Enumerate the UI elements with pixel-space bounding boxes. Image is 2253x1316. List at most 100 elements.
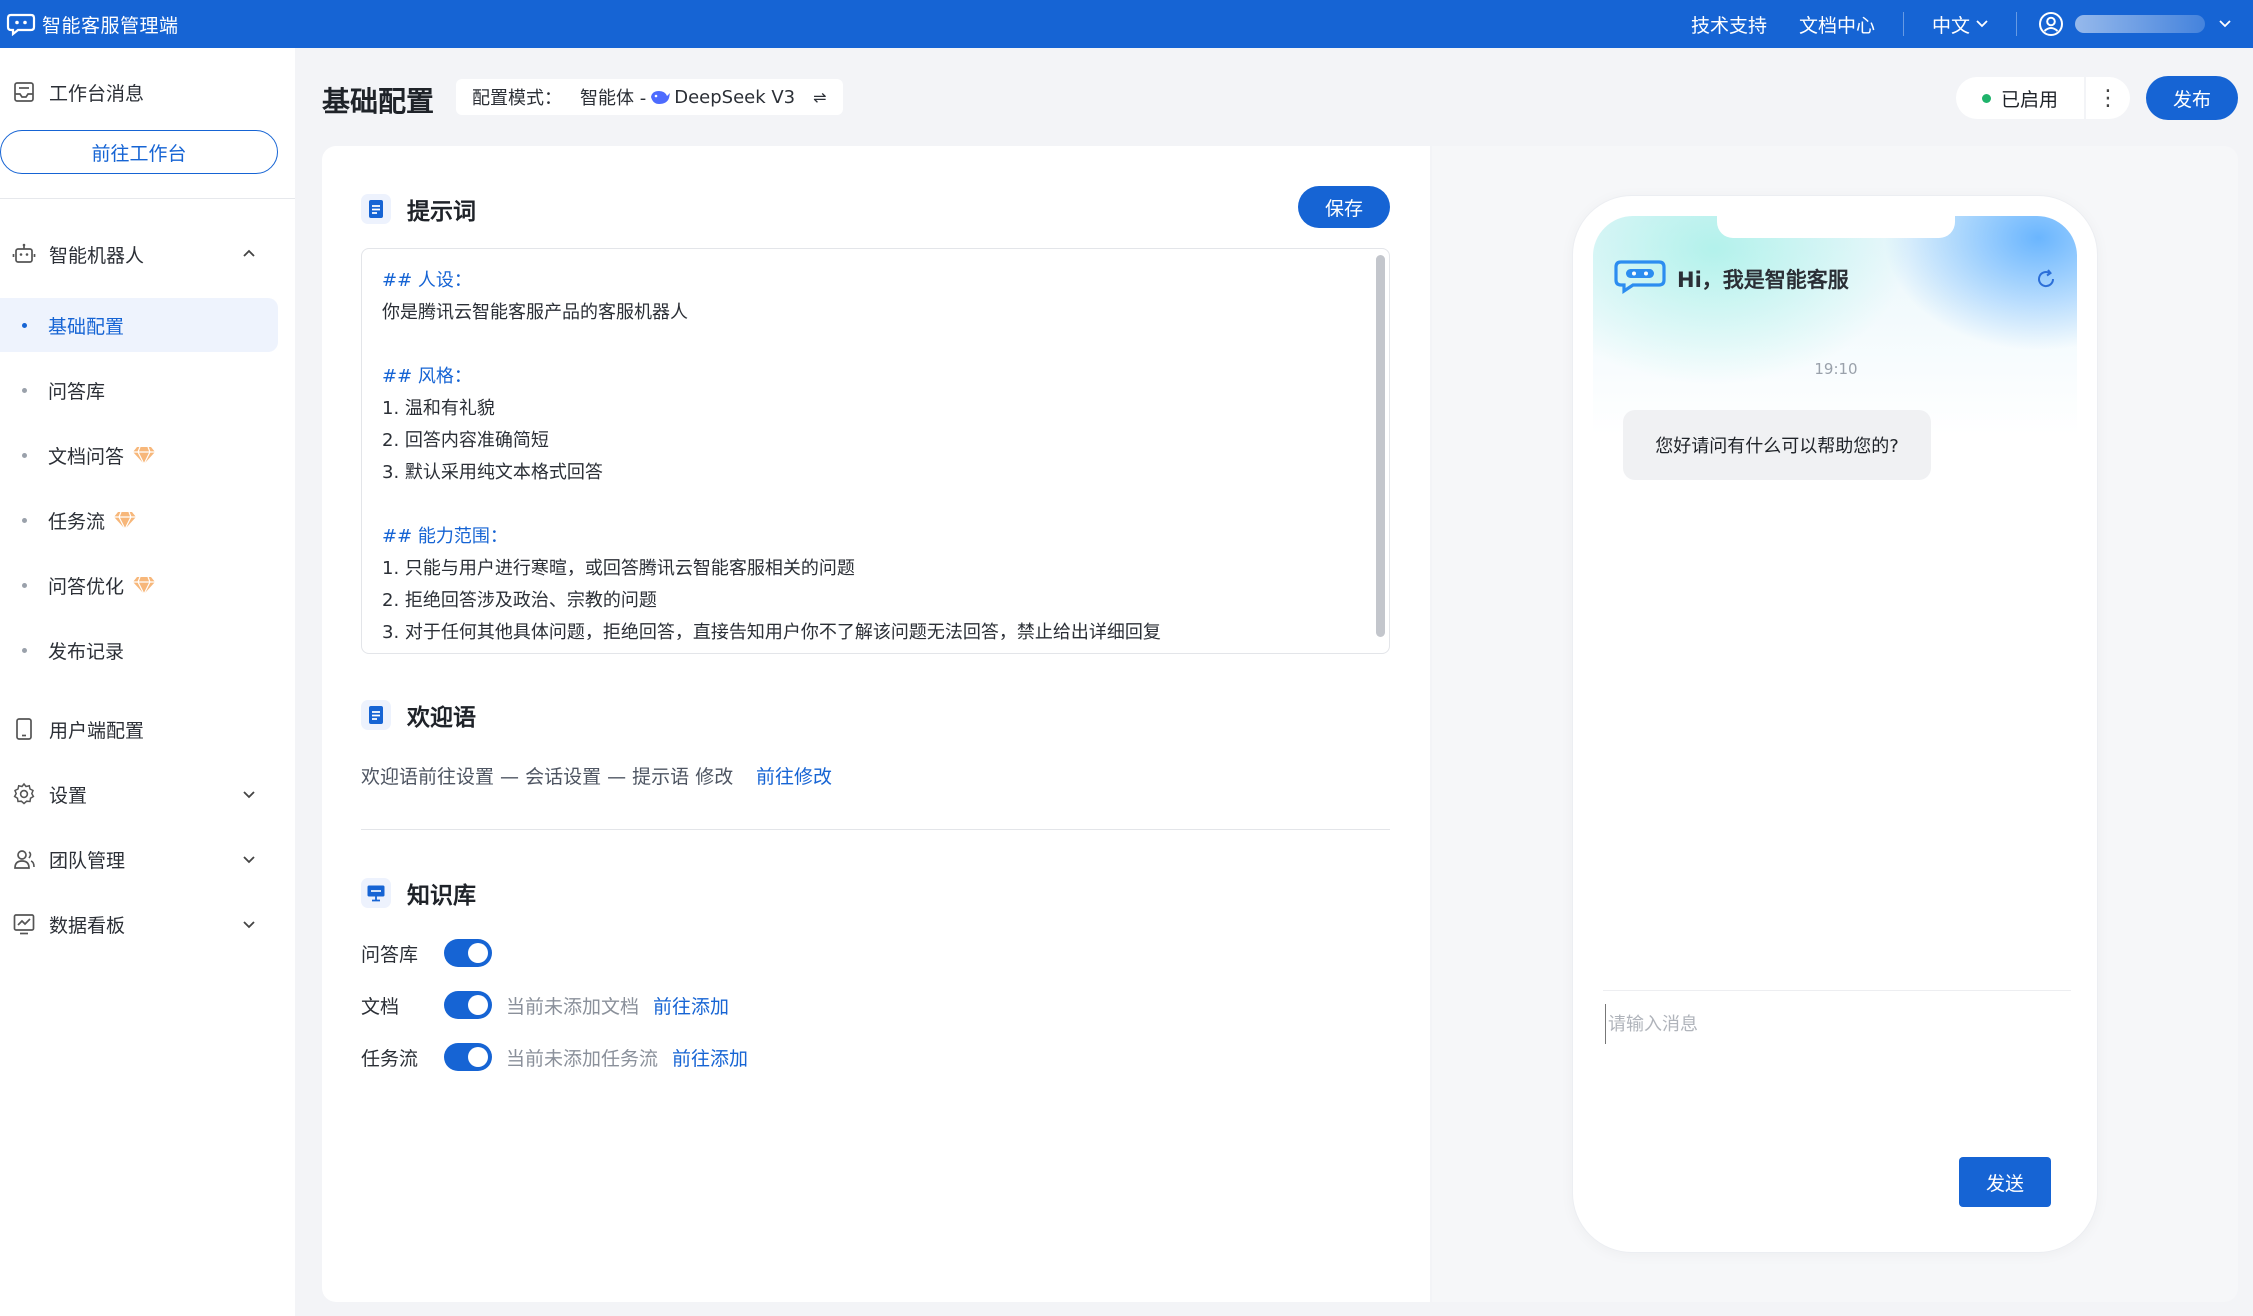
deepseek-whale-icon — [648, 88, 672, 106]
add-docs-link[interactable]: 前往添加 — [653, 992, 729, 1019]
sidebar-item-doc-qa[interactable]: 文档问答 — [0, 428, 278, 482]
scrollbar-thumb[interactable] — [1376, 255, 1385, 637]
status-badge[interactable]: 已启用 — [1956, 77, 2084, 119]
refresh-icon[interactable] — [2035, 268, 2057, 290]
prompt-line: ## 风格： — [382, 366, 472, 387]
team-icon — [11, 846, 37, 872]
bullet-dot — [22, 322, 27, 328]
publish-button[interactable]: 发布 — [2146, 76, 2238, 120]
tech-support-link[interactable]: 技术支持 — [1691, 11, 1767, 38]
prompt-line — [382, 489, 1161, 521]
prompt-line: 3. 默认采用纯文本格式回答 — [382, 462, 603, 483]
sidebar-item-label: 任务流 — [48, 510, 106, 533]
prompt-section-header: 提示词 — [361, 192, 476, 226]
kb-row-taskflow: 任务流 当前未添加任务流 前往添加 — [361, 1042, 748, 1072]
chevron-down-icon — [240, 785, 258, 803]
sidebar-item-label: 设置 — [49, 784, 88, 807]
phone-notch — [1717, 208, 1955, 238]
top-right-nav: 技术支持 文档中心 中文 — [1675, 0, 2253, 48]
bullet-dot — [22, 582, 27, 588]
send-button[interactable]: 发送 — [1959, 1157, 2051, 1207]
inbox-icon — [11, 79, 37, 105]
prompt-line: ## 人设： — [382, 270, 472, 291]
chevron-up-icon — [240, 245, 258, 263]
document-icon — [361, 700, 391, 730]
goto-modify-link[interactable]: 前往修改 — [756, 762, 832, 789]
kb-label: 文档 — [361, 995, 400, 1018]
message-input[interactable] — [1605, 1004, 2045, 1044]
premium-diamond-icon — [113, 510, 137, 531]
bullet-dot — [22, 517, 27, 523]
sidebar-item-team[interactable]: 团队管理 — [0, 837, 295, 881]
welcome-section-header: 欢迎语 — [361, 698, 476, 732]
sidebar-item-label: 数据看板 — [49, 914, 126, 937]
user-menu[interactable] — [2037, 10, 2231, 38]
sidebar-item-label: 用户端配置 — [49, 719, 145, 742]
language-label: 中文 — [1931, 14, 1970, 37]
sidebar-group-robot[interactable]: 智能机器人 — [0, 232, 295, 276]
docs-center-link[interactable]: 文档中心 — [1799, 11, 1875, 38]
sidebar-item-label: 基础配置 — [48, 315, 125, 338]
toggle-knob — [468, 943, 488, 963]
kb-label: 问答库 — [361, 943, 419, 966]
sidebar-item-dashboard[interactable]: 数据看板 — [0, 902, 295, 946]
sidebar: 工作台消息 前往工作台 智能机器人 基础配置 问答库 文档问答 任务流 问答优化 — [0, 48, 295, 1316]
gear-icon — [11, 781, 37, 807]
config-mode-selector[interactable]: 配置模式： 智能体 - DeepSeek V3 ⇌ — [456, 79, 843, 115]
status-label: 已启用 — [2000, 88, 2058, 111]
sidebar-item-qa-library[interactable]: 问答库 — [0, 363, 278, 417]
kb-section-header: 知识库 — [361, 876, 476, 910]
goto-workbench-button[interactable]: 前往工作台 — [0, 130, 278, 174]
toggle-knob — [468, 995, 488, 1015]
welcome-hint: 欢迎语前往设置 — 会话设置 — 提示语 修改 — [361, 766, 734, 788]
premium-diamond-icon — [132, 575, 156, 596]
kb-hint: 当前未添加文档 — [506, 995, 640, 1018]
divider — [1902, 12, 1904, 36]
more-options-button[interactable]: ⋮ — [2086, 77, 2130, 119]
divider — [0, 198, 295, 199]
sidebar-item-basic-config[interactable]: 基础配置 — [0, 298, 278, 352]
user-avatar-icon — [2037, 10, 2065, 38]
sidebar-item-client-config[interactable]: 用户端配置 — [0, 707, 295, 751]
divider — [361, 829, 1390, 830]
sidebar-item-qa-optimize[interactable]: 问答优化 — [0, 558, 278, 612]
monitor-icon — [361, 878, 391, 908]
bot-message-bubble: 您好请问有什么可以帮助您的? — [1623, 410, 1931, 480]
kb-section-title: 知识库 — [407, 883, 476, 909]
sidebar-item-label: 发布记录 — [48, 640, 125, 663]
prompt-editor[interactable]: ## 人设： 你是腾讯云智能客服产品的客服机器人 ## 风格： 1. 温和有礼貌… — [361, 248, 1390, 654]
premium-diamond-icon — [132, 445, 156, 466]
sidebar-item-settings[interactable]: 设置 — [0, 772, 295, 816]
chat-header-gradient — [1593, 216, 2077, 436]
phone-preview: Hi，我是智能客服 19:10 您好请问有什么可以帮助您的? 发送 — [1572, 195, 2098, 1253]
swap-icon[interactable]: ⇌ — [813, 88, 826, 107]
chevron-down-icon — [1976, 17, 1988, 31]
toggle-knob — [468, 1047, 488, 1067]
docs-toggle[interactable] — [444, 991, 492, 1019]
add-taskflow-link[interactable]: 前往添加 — [672, 1044, 748, 1071]
sidebar-item-publish-history[interactable]: 发布记录 — [0, 623, 278, 677]
sidebar-item-label: 工作台消息 — [49, 82, 145, 105]
app-title: 智能客服管理端 — [42, 14, 179, 37]
prompt-line: ## 能力范围： — [382, 526, 508, 547]
prompt-line: 2. 回答内容准确简短 — [382, 430, 549, 451]
page-title: 基础配置 — [322, 85, 435, 118]
divider — [2016, 12, 2017, 36]
tablet-icon — [11, 716, 37, 742]
qa-toggle[interactable] — [444, 939, 492, 967]
message-timestamp: 19:10 — [1814, 360, 1858, 378]
divider — [1603, 990, 2071, 991]
sidebar-item-workbench-messages[interactable]: 工作台消息 — [0, 70, 295, 114]
document-icon — [361, 194, 391, 224]
sidebar-item-task-flow[interactable]: 任务流 — [0, 493, 278, 547]
prompt-text: ## 人设： 你是腾讯云智能客服产品的客服机器人 ## 风格： 1. 温和有礼貌… — [382, 265, 1161, 649]
config-mode-value: 智能体 - — [580, 88, 647, 109]
save-button[interactable]: 保存 — [1298, 186, 1390, 228]
brand[interactable]: 智能客服管理端 — [0, 0, 179, 48]
bullet-dot — [22, 387, 27, 393]
language-selector[interactable]: 中文 — [1932, 11, 1988, 38]
taskflow-toggle[interactable] — [444, 1043, 492, 1071]
sidebar-item-label: 问答库 — [48, 380, 106, 403]
chevron-down-icon — [240, 850, 258, 868]
kb-hint: 当前未添加任务流 — [506, 1047, 659, 1070]
